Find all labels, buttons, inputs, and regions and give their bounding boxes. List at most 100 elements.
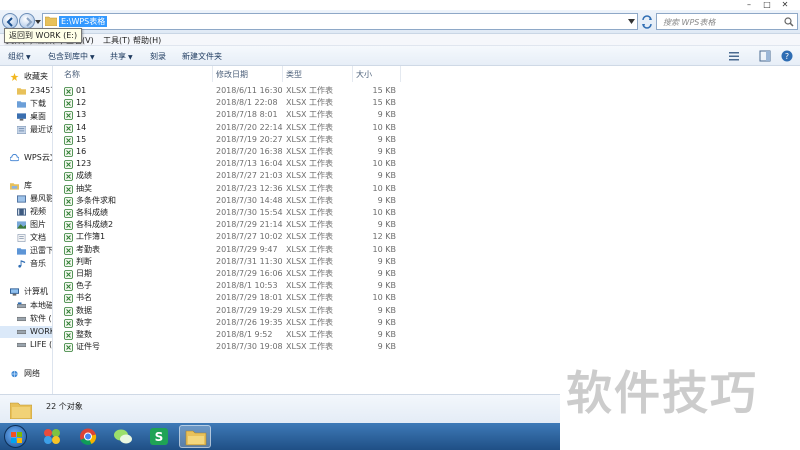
file-row[interactable]: 判断 2018/7/31 11:30 XLSX 工作表 9 KB xyxy=(54,256,404,268)
xlsx-file-icon xyxy=(64,123,73,133)
taskbar-app-colorful[interactable] xyxy=(36,425,68,448)
maximize-button[interactable]: □ xyxy=(758,0,776,10)
share-button[interactable]: 共享 ▼ xyxy=(110,51,133,62)
burn-button[interactable]: 刻录 xyxy=(150,51,166,62)
file-row[interactable]: 13 2018/7/18 8:01 XLSX 工作表 9 KB xyxy=(54,109,404,121)
file-row[interactable]: 抽奖 2018/7/23 12:36 XLSX 工作表 10 KB xyxy=(54,183,404,195)
nav-2345-download[interactable]: 2345下载 xyxy=(0,85,52,97)
file-row[interactable]: 证件号 2018/7/30 19:08 XLSX 工作表 9 KB xyxy=(54,341,404,353)
nav-drive-e[interactable]: WORK (E:) xyxy=(0,326,52,338)
file-row[interactable]: 各科成绩 2018/7/30 15:54 XLSX 工作表 10 KB xyxy=(54,207,404,219)
nav-pictures[interactable]: 图片 xyxy=(0,219,52,231)
nav-libraries[interactable]: 库 xyxy=(0,180,52,192)
file-row[interactable]: 考勤表 2018/7/29 9:47 XLSX 工作表 10 KB xyxy=(54,244,404,256)
file-name: 书名 xyxy=(76,293,92,303)
column-header-type[interactable]: 类型 xyxy=(286,69,302,80)
forward-button[interactable] xyxy=(19,13,35,29)
file-row[interactable]: 14 2018/7/20 22:14 XLSX 工作表 10 KB xyxy=(54,122,404,134)
file-row[interactable]: 16 2018/7/20 16:38 XLSX 工作表 9 KB xyxy=(54,146,404,158)
nav-videos[interactable]: 视频 xyxy=(0,206,52,218)
new-folder-button[interactable]: 新建文件夹 xyxy=(182,51,222,62)
address-path[interactable]: E:\WPS表格 xyxy=(59,16,108,27)
file-modified-date: 2018/8/1 10:53 xyxy=(216,281,278,291)
back-arrow-icon xyxy=(6,17,13,27)
colorful-app-icon xyxy=(44,429,60,444)
xlsx-file-icon xyxy=(64,343,73,353)
file-type: XLSX 工作表 xyxy=(286,159,334,169)
minimize-button[interactable]: – xyxy=(740,0,758,10)
file-size: 15 KB xyxy=(372,98,396,108)
command-bar: 组织 ▼ 包含到库中 ▼ 共享 ▼ 刻录 新建文件夹 ? xyxy=(0,46,800,66)
column-divider[interactable] xyxy=(400,66,401,82)
nav-baofeng-video-label: 暴风影视库 xyxy=(30,194,52,203)
file-name: 抽奖 xyxy=(76,183,92,193)
nav-network[interactable]: 网络 xyxy=(0,368,52,380)
close-button[interactable]: ✕ xyxy=(776,0,794,10)
nav-music[interactable]: 音乐 xyxy=(0,258,52,270)
back-button[interactable] xyxy=(2,13,18,29)
taskbar-app-wechat[interactable] xyxy=(107,425,139,448)
column-header-size[interactable]: 大小 xyxy=(356,69,372,80)
file-row[interactable]: 01 2018/6/11 16:30 XLSX 工作表 15 KB xyxy=(54,85,404,97)
file-row[interactable]: 15 2018/7/19 20:27 XLSX 工作表 9 KB xyxy=(54,134,404,146)
menu-tools[interactable]: 工具(T) xyxy=(103,35,130,46)
file-type: XLSX 工作表 xyxy=(286,220,334,230)
column-header-date[interactable]: 修改日期 xyxy=(216,69,248,80)
taskbar-app-explorer[interactable] xyxy=(179,425,211,448)
nav-baofeng-video[interactable]: 暴风影视库 xyxy=(0,193,52,205)
column-divider[interactable] xyxy=(212,66,213,82)
preview-pane-icon[interactable] xyxy=(758,49,772,63)
view-options-icon[interactable] xyxy=(727,49,741,63)
file-row[interactable]: 数据 2018/7/29 19:29 XLSX 工作表 9 KB xyxy=(54,305,404,317)
nav-documents[interactable]: 文档 xyxy=(0,232,52,244)
wechat-icon xyxy=(114,429,132,444)
nav-drive-d[interactable]: 软件 (D:) xyxy=(0,313,52,325)
start-button[interactable] xyxy=(4,425,27,448)
file-size: 9 KB xyxy=(377,110,396,120)
library-icon xyxy=(10,183,19,190)
column-divider[interactable] xyxy=(352,66,353,82)
file-row[interactable]: 书名 2018/7/29 18:01 XLSX 工作表 10 KB xyxy=(54,292,404,304)
file-row[interactable]: 成绩 2018/7/27 21:03 XLSX 工作表 9 KB xyxy=(54,170,404,182)
nav-2345-download-label: 2345下载 xyxy=(30,86,52,95)
file-row[interactable]: 12 2018/8/1 22:08 XLSX 工作表 15 KB xyxy=(54,97,404,109)
file-row[interactable]: 多条件求和 2018/7/30 14:48 XLSX 工作表 9 KB xyxy=(54,195,404,207)
chevron-down-icon[interactable] xyxy=(628,19,635,25)
file-name: 色子 xyxy=(76,281,92,291)
file-modified-date: 2018/7/30 19:08 xyxy=(216,342,283,352)
nav-wps-cloud[interactable]: WPS云文档 xyxy=(0,152,52,164)
nav-downloads[interactable]: 下载 xyxy=(0,98,52,110)
nav-drive-c[interactable]: 本地磁盘 (C:) xyxy=(0,300,52,312)
taskbar-app-chrome[interactable] xyxy=(72,425,104,448)
organize-button[interactable]: 组织 ▼ xyxy=(8,51,31,62)
file-row[interactable]: 各科成绩2 2018/7/29 21:14 XLSX 工作表 9 KB xyxy=(54,219,404,231)
file-row[interactable]: 色子 2018/8/1 10:53 XLSX 工作表 9 KB xyxy=(54,280,404,292)
nav-favorites[interactable]: 收藏夹 xyxy=(0,71,52,83)
taskbar-app-wps[interactable]: S xyxy=(143,425,175,448)
menu-help[interactable]: 帮助(H) xyxy=(133,35,161,46)
chevron-down-icon: ▼ xyxy=(128,54,133,61)
file-row[interactable]: 123 2018/7/13 16:04 XLSX 工作表 10 KB xyxy=(54,158,404,170)
nav-desktop[interactable]: 桌面 xyxy=(0,111,52,123)
file-row[interactable]: 整数 2018/8/1 9:52 XLSX 工作表 9 KB xyxy=(54,329,404,341)
file-row[interactable]: 工作簿1 2018/7/27 10:02 XLSX 工作表 12 KB xyxy=(54,231,404,243)
help-icon[interactable]: ? xyxy=(780,49,794,63)
include-in-library-button[interactable]: 包含到库中 ▼ xyxy=(48,51,95,62)
nav-thunder-download[interactable]: 迅雷下载 xyxy=(0,245,52,257)
share-label: 共享 xyxy=(110,52,126,61)
svg-text:S: S xyxy=(155,430,164,444)
nav-drive-f[interactable]: LIFE (F:) xyxy=(0,339,52,351)
address-field[interactable]: E:\WPS表格 xyxy=(42,13,638,30)
search-icon[interactable] xyxy=(784,17,794,27)
column-divider[interactable] xyxy=(282,66,283,82)
file-row[interactable]: 数字 2018/7/26 19:35 XLSX 工作表 9 KB xyxy=(54,317,404,329)
column-header-name[interactable]: 名称 xyxy=(64,69,80,80)
refresh-icon[interactable] xyxy=(640,15,654,29)
file-size: 10 KB xyxy=(372,159,396,169)
file-row[interactable]: 日期 2018/7/29 16:06 XLSX 工作表 9 KB xyxy=(54,268,404,280)
search-field[interactable]: 搜索 WPS表格 xyxy=(656,13,798,30)
nav-computer[interactable]: 计算机 xyxy=(0,286,52,298)
recent-pages-dropdown-icon[interactable] xyxy=(35,19,41,25)
xlsx-file-icon xyxy=(64,306,73,316)
nav-recent-places[interactable]: 最近访问的位置 xyxy=(0,124,52,136)
